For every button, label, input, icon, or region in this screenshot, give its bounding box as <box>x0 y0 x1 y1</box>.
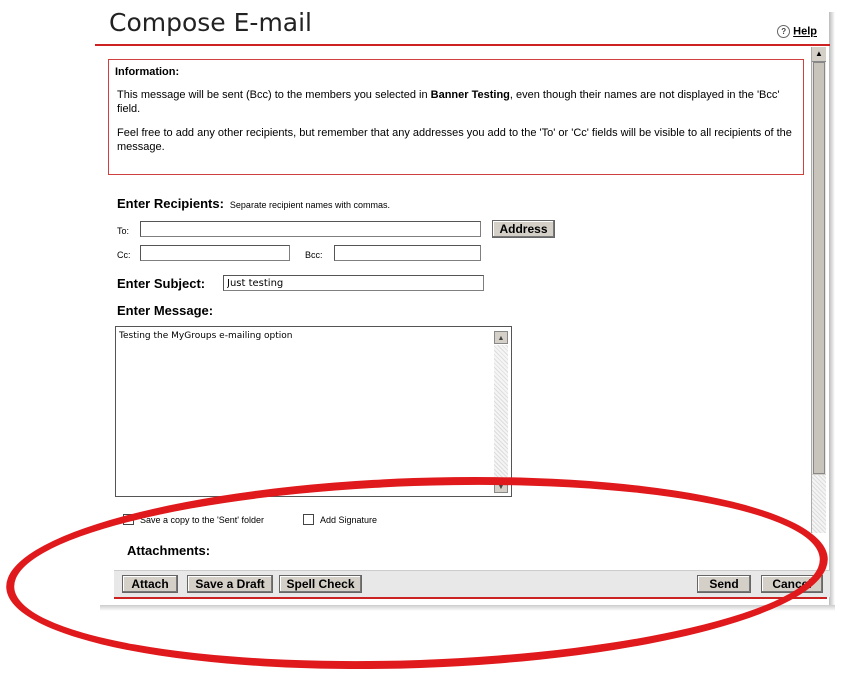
message-heading: Enter Message: <box>117 303 214 318</box>
cc-label: Cc: <box>117 250 131 260</box>
cc-field[interactable] <box>140 245 290 261</box>
message-scrollbar[interactable]: ▲ ▼ <box>493 326 511 497</box>
help-label[interactable]: Help <box>793 26 817 38</box>
recipients-hint: Separate recipient names with commas. <box>229 200 390 210</box>
bcc-label: Bcc: <box>305 250 323 260</box>
scroll-track-lower[interactable] <box>812 475 826 533</box>
scroll-up-icon[interactable]: ▲ <box>812 47 826 62</box>
page-title: Compose E-mail <box>109 8 313 37</box>
scroll-up-icon[interactable]: ▲ <box>494 331 508 344</box>
scroll-thumb[interactable] <box>813 62 825 474</box>
recipients-heading: Enter Recipients: Separate recipient name… <box>117 196 390 211</box>
information-box: Information: This message will be sent (… <box>108 59 804 175</box>
help-icon: ? <box>777 25 791 38</box>
group-name: Banner Testing <box>430 89 510 101</box>
page-scrollbar[interactable]: ▲ <box>811 47 826 533</box>
to-label: To: <box>117 226 130 236</box>
subject-heading: Enter Subject: <box>117 276 206 291</box>
info-line1-pre: This message will be sent (Bcc) to the m… <box>117 89 431 101</box>
recipients-heading-text: Enter Recipients: <box>117 196 224 211</box>
information-text-1: This message will be sent (Bcc) to the m… <box>117 88 797 116</box>
help-link[interactable]: ? Help <box>777 25 817 38</box>
bcc-field[interactable] <box>334 245 481 261</box>
to-field[interactable] <box>140 221 481 237</box>
information-text-2: Feel free to add any other recipients, b… <box>117 127 792 153</box>
message-textarea[interactable]: Testing the MyGroups e-mailing option <box>115 326 512 497</box>
message-scroll-track[interactable] <box>494 345 508 478</box>
subject-field[interactable] <box>223 275 484 291</box>
address-button[interactable]: Address <box>492 220 555 238</box>
information-heading: Information: <box>115 66 180 78</box>
header-divider <box>95 44 830 46</box>
